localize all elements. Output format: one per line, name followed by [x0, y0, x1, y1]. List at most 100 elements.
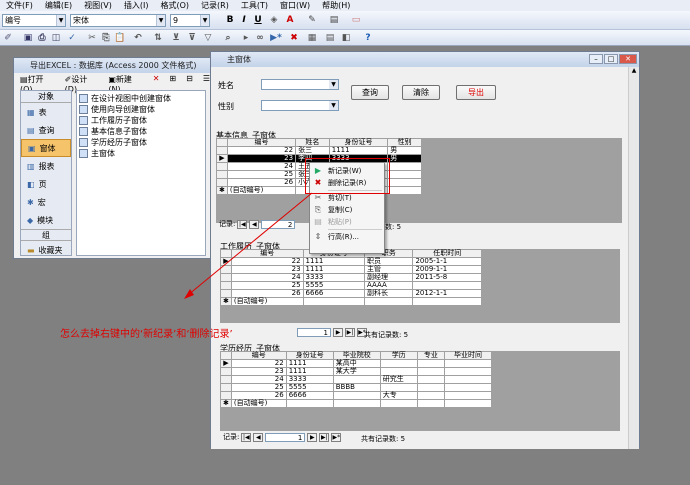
db-object-item[interactable]: 学历经历子窗体: [79, 137, 203, 148]
row-selector[interactable]: [216, 170, 228, 179]
underline-button[interactable]: U: [252, 14, 264, 26]
name-combo[interactable]: ▼: [261, 79, 339, 90]
table-cell[interactable]: [416, 375, 445, 384]
table-cell[interactable]: [387, 178, 422, 187]
new-record-icon[interactable]: ▸: [240, 32, 252, 44]
table-cell[interactable]: [416, 391, 445, 400]
export-button[interactable]: 导出: [456, 85, 496, 100]
find-icon[interactable]: ⌕: [222, 32, 234, 44]
database-window-icon[interactable]: ▤: [324, 32, 336, 44]
font-size-combo[interactable]: 9 ▼: [170, 14, 210, 27]
table-row[interactable]: 23 1111 某大学: [220, 367, 493, 376]
table-cell[interactable]: 副科长: [364, 289, 414, 298]
db-object-item[interactable]: 主窗体: [79, 148, 203, 159]
table-cell[interactable]: 2011-5-8: [412, 273, 482, 282]
copy-icon[interactable]: ⎘: [100, 32, 112, 44]
properties-icon[interactable]: ▦: [306, 32, 318, 44]
menu-copy[interactable]: ⎘ 复制(C): [310, 204, 384, 216]
bold-button[interactable]: B: [224, 14, 236, 26]
special-effect-icon[interactable]: ▭: [350, 14, 362, 26]
cut-icon[interactable]: ✂: [86, 32, 98, 44]
object-type-item[interactable]: ▥ 报表: [21, 157, 71, 175]
delete-record-icon[interactable]: ✖: [288, 32, 300, 44]
scroll-up-icon[interactable]: ▲: [629, 67, 639, 77]
row-selector[interactable]: ▶: [220, 359, 232, 368]
menu-item[interactable]: 格式(O): [154, 0, 195, 11]
table-cell[interactable]: [416, 359, 445, 368]
line-color-icon[interactable]: ✎: [306, 14, 318, 26]
table-cell[interactable]: [443, 367, 493, 376]
object-type-item[interactable]: ▦ 表: [21, 103, 71, 121]
binoculars-icon[interactable]: ∞: [254, 32, 266, 44]
object-type-item[interactable]: ◆ 模块: [21, 211, 71, 229]
close-icon[interactable]: ✕: [619, 54, 637, 64]
table-cell[interactable]: [379, 359, 418, 368]
db-object-item[interactable]: 基本信息子窗体: [79, 126, 203, 137]
record-number-field[interactable]: 1: [265, 432, 306, 442]
new-record-nav-icon[interactable]: ▶*: [331, 432, 342, 442]
menu-item[interactable]: 插入(I): [118, 0, 155, 11]
filter-icon[interactable]: ⊻: [170, 32, 182, 44]
font-combo[interactable]: 宋体 ▼: [70, 14, 166, 27]
apply-filter-icon[interactable]: ▽: [202, 32, 214, 44]
row-selector[interactable]: [220, 383, 232, 392]
menu-item[interactable]: 编辑(E): [39, 0, 78, 11]
italic-button[interactable]: I: [238, 14, 250, 26]
print-icon[interactable]: ⎙: [36, 32, 48, 44]
table-cell[interactable]: 某大学: [332, 367, 381, 376]
menu-item[interactable]: 文件(F): [0, 0, 39, 11]
table-cell[interactable]: [387, 170, 422, 179]
vertical-scrollbar[interactable]: ▲: [628, 67, 639, 449]
table-cell[interactable]: 男: [387, 154, 422, 163]
table-cell[interactable]: [443, 383, 493, 392]
clear-button[interactable]: 清除: [402, 85, 440, 100]
last-record-icon[interactable]: ▶|: [345, 328, 355, 337]
table-cell[interactable]: BBBB: [332, 383, 381, 392]
chevron-down-icon[interactable]: ▼: [156, 15, 165, 26]
table-cell[interactable]: [412, 297, 482, 306]
object-type-item[interactable]: ▣ 窗体: [21, 139, 71, 157]
table-cell[interactable]: [443, 359, 493, 368]
row-selector[interactable]: [220, 375, 232, 384]
row-selector[interactable]: ▶: [216, 154, 228, 163]
table-cell[interactable]: [416, 399, 445, 408]
column-header[interactable]: 学历: [379, 351, 418, 360]
table-cell[interactable]: [379, 399, 418, 408]
table-cell[interactable]: [443, 391, 493, 400]
table-cell[interactable]: [416, 367, 445, 376]
table-cell[interactable]: 大专: [379, 391, 418, 400]
query-button[interactable]: 查询: [351, 85, 389, 100]
menu-item[interactable]: 工具(T): [235, 0, 274, 11]
menu-item[interactable]: 窗口(W): [274, 0, 316, 11]
sort-asc-icon[interactable]: ⇅: [152, 32, 164, 44]
new-record-toolbar-icon[interactable]: ▶*: [270, 32, 282, 44]
menu-item[interactable]: 记录(R): [195, 0, 235, 11]
chevron-down-icon[interactable]: ▼: [200, 15, 209, 26]
db-object-item[interactable]: 工作履历子窗体: [79, 115, 203, 126]
table-cell[interactable]: [285, 399, 334, 408]
table-cell[interactable]: [332, 399, 381, 408]
column-header[interactable]: 专业: [416, 351, 445, 360]
menu-row-height[interactable]: ⇕ 行高(R)...: [310, 231, 384, 243]
next-record-icon[interactable]: ▶: [333, 328, 343, 337]
table-cell[interactable]: [364, 297, 414, 306]
new-record-row[interactable]: ✱ (自动编号): [220, 399, 493, 408]
table-cell[interactable]: [443, 375, 493, 384]
table-cell[interactable]: 6666: [285, 391, 334, 400]
filter-form-icon[interactable]: ⊽: [186, 32, 198, 44]
new-object-icon[interactable]: ◧: [340, 32, 352, 44]
preview-icon[interactable]: ◫: [50, 32, 62, 44]
minimize-icon[interactable]: –: [589, 54, 603, 64]
table-cell[interactable]: 研究生: [379, 375, 418, 384]
menu-paste[interactable]: ▤ 粘贴(P): [310, 216, 384, 228]
fill-color-icon[interactable]: ◈: [268, 14, 280, 26]
paste-icon[interactable]: 📋: [114, 32, 126, 44]
record-number-field[interactable]: 1: [297, 328, 331, 337]
gender-combo[interactable]: ▼: [261, 100, 339, 111]
next-record-icon[interactable]: ▶: [307, 432, 318, 442]
maximize-icon[interactable]: □: [604, 54, 618, 64]
spell-icon[interactable]: ✓: [66, 32, 78, 44]
row-selector[interactable]: [220, 367, 232, 376]
row-selector[interactable]: [216, 162, 228, 171]
prev-record-icon[interactable]: ◀: [253, 432, 264, 442]
